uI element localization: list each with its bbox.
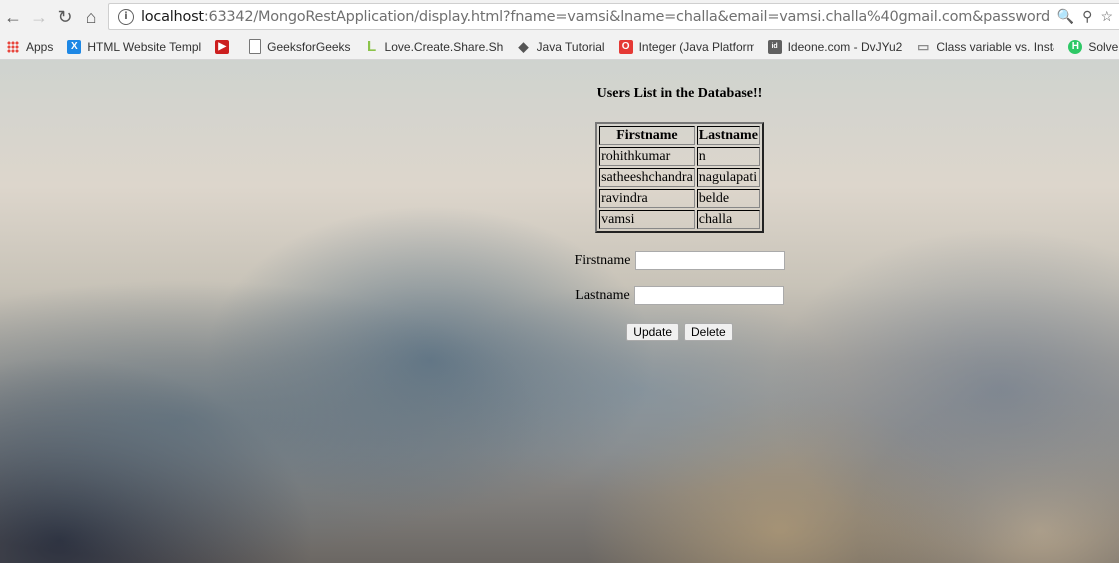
cell-lastname: n — [696, 147, 760, 166]
browser-toolbar: ← → ↻ ⌂ i localhost:63342/MongoRestAppli… — [0, 0, 1119, 34]
home-icon[interactable]: ⌂ — [78, 4, 104, 30]
bookmark-label: Integer (Java Platform — [638, 39, 754, 54]
bookmark-label: Java Tutorial — [536, 39, 605, 54]
forward-arrow-icon[interactable]: → — [26, 4, 52, 30]
cell-firstname: satheeshchandra — [599, 168, 695, 187]
back-arrow-icon[interactable]: ← — [0, 4, 26, 30]
youtube-icon: ▶ — [215, 39, 230, 54]
table-row: satheeshchandra nagulapati — [599, 168, 760, 187]
bookmark-item[interactable]: ▶ — [208, 39, 242, 54]
column-header-firstname: Firstname — [599, 126, 695, 145]
bookmark-item[interactable]: Apps — [0, 40, 60, 54]
bookmark-label: HTML Website Templ — [87, 39, 202, 54]
bookmark-item[interactable]: O Integer (Java Platform — [612, 39, 761, 54]
cell-lastname: belde — [696, 189, 760, 208]
bookmark-item[interactable]: ◆ Java Tutorial — [510, 38, 612, 54]
page-icon — [249, 39, 262, 54]
lastname-input[interactable] — [633, 286, 784, 305]
reload-icon[interactable]: ↻ — [52, 4, 78, 30]
bookmark-label: Apps — [26, 39, 54, 54]
bookmark-item[interactable]: ▭ Class variable vs. Insta — [909, 38, 1061, 54]
h-logo-icon: H — [1068, 39, 1083, 54]
key-icon[interactable]: ⚲ — [1082, 8, 1092, 25]
cell-firstname: rohithkumar — [599, 147, 695, 166]
table-row: rohithkumar n — [599, 147, 760, 166]
x-logo-icon: X — [67, 39, 82, 54]
bookmark-item[interactable]: id Ideone.com - DvJYu2 — [761, 39, 910, 54]
page-heading: Users List in the Database!! — [596, 86, 763, 101]
delete-button[interactable]: Delete — [684, 323, 733, 341]
star-icon[interactable]: ☆ — [1100, 8, 1113, 25]
table-row: vamsi challa — [599, 210, 760, 229]
page-background: Users List in the Database!! Firstname L… — [0, 60, 1119, 563]
page-content: Users List in the Database!! Firstname L… — [0, 60, 1119, 341]
oracle-icon: O — [618, 39, 633, 54]
form-buttons: Update Delete — [0, 323, 1119, 341]
table-row: ravindra belde — [599, 189, 760, 208]
lastname-row: Lastname — [0, 286, 1119, 305]
firstname-row: Firstname — [0, 251, 1119, 270]
apps-grid-icon — [7, 40, 19, 53]
bookmark-label: Ideone.com - DvJYu2 — [787, 39, 903, 54]
info-icon[interactable]: i — [118, 8, 134, 25]
ideone-icon: id — [767, 39, 782, 54]
bookmarks-bar: Apps X HTML Website Templ ▶ GeeksforGeeks L Lo… — [0, 34, 1119, 60]
cell-firstname: ravindra — [599, 189, 695, 208]
url-host: localhost — [141, 8, 204, 25]
column-header-lastname: Lastname — [696, 126, 760, 145]
firstname-label: Firstname — [574, 252, 631, 268]
bookmark-label: Love.Create.Share.Sho — [384, 39, 503, 54]
bookmark-item[interactable]: L Love.Create.Share.Sho — [358, 38, 510, 55]
cell-lastname: challa — [696, 210, 760, 229]
laptop-icon: ▭ — [917, 38, 930, 54]
cell-firstname: vamsi — [599, 210, 695, 229]
bookmark-label: Solve Pro — [1088, 39, 1119, 54]
url-path: :63342/MongoRestApplication/display.html… — [203, 8, 1051, 25]
table-header-row: Firstname Lastname — [599, 126, 760, 145]
bookmark-label: Class variable vs. Insta — [936, 39, 1055, 54]
bookmark-label: GeeksforGeeks — [267, 39, 351, 54]
bookmark-item[interactable]: X HTML Website Templ — [60, 39, 208, 54]
firstname-input[interactable] — [634, 251, 785, 270]
address-bar[interactable]: i localhost:63342/MongoRestApplication/d… — [108, 3, 1119, 30]
cell-lastname: nagulapati — [696, 168, 760, 187]
diamond-icon: ◆ — [518, 38, 529, 54]
users-table: Firstname Lastname rohithkumar n sathees… — [595, 122, 764, 233]
zoom-icon[interactable]: 🔍 — [1057, 8, 1074, 25]
url-text[interactable]: localhost:63342/MongoRestApplication/dis… — [141, 9, 1051, 25]
l-logo-icon: L — [366, 38, 377, 55]
bookmark-item[interactable]: GeeksforGeeks — [242, 39, 357, 54]
bookmark-item[interactable]: H Solve Pro — [1061, 39, 1119, 54]
update-button[interactable]: Update — [626, 323, 679, 341]
lastname-label: Lastname — [575, 287, 630, 303]
